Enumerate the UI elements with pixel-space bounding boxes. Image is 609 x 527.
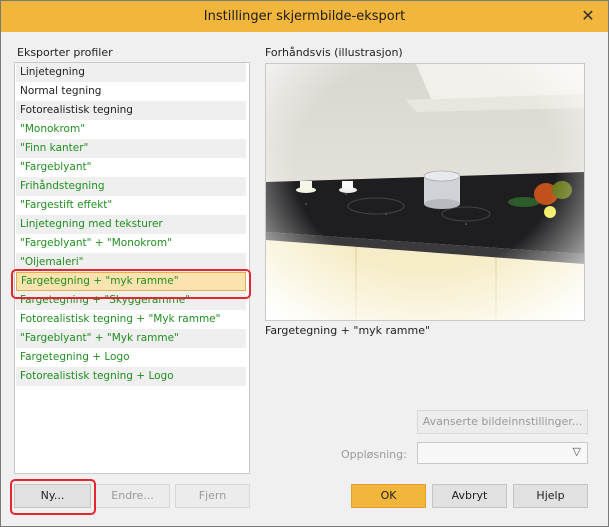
edit-profile-button[interactable]: Endre... bbox=[95, 484, 170, 508]
ok-button[interactable]: OK bbox=[351, 484, 426, 508]
list-item[interactable]: "Fargeblyant" + "Myk ramme" bbox=[16, 329, 246, 348]
profile-list[interactable]: Linjetegning Normal tegning Fotorealistisk… bbox=[14, 62, 250, 474]
selection-highlight bbox=[11, 269, 251, 299]
help-button[interactable]: Hjelp bbox=[513, 484, 588, 508]
advanced-image-settings-button[interactable]: Avanserte bildeinnstillinger... bbox=[417, 410, 588, 434]
list-item[interactable]: "Fargestift effekt" bbox=[16, 196, 246, 215]
window-title: Instillinger skjermbilde-eksport bbox=[203, 9, 406, 24]
resolution-select[interactable]: ▽ bbox=[417, 442, 588, 464]
list-item[interactable]: "Fargeblyant" bbox=[16, 158, 246, 177]
remove-profile-button[interactable]: Fjern bbox=[175, 484, 250, 508]
list-item[interactable]: Fotorealistisk tegning bbox=[16, 101, 246, 120]
cancel-button[interactable]: Avbryt bbox=[432, 484, 507, 508]
list-item[interactable]: Fargetegning + Logo bbox=[16, 348, 246, 367]
resolution-label: Oppløsning: bbox=[341, 448, 407, 461]
preview-caption: Fargetegning + "myk ramme" bbox=[265, 324, 431, 337]
close-icon[interactable]: ✕ bbox=[568, 1, 608, 32]
kitchen-illustration bbox=[266, 64, 584, 320]
list-item[interactable]: Linjetegning bbox=[16, 63, 246, 82]
chevron-down-icon: ▽ bbox=[572, 445, 581, 458]
list-item[interactable]: "Fargeblyant" + "Monokrom" bbox=[16, 234, 246, 253]
dialog-window: Instillinger skjermbilde-eksport ✕ Ekspo… bbox=[0, 0, 609, 527]
title-bar[interactable]: Instillinger skjermbilde-eksport ✕ bbox=[1, 1, 608, 32]
new-button-highlight bbox=[10, 479, 96, 515]
preview-label: Forhåndsvis (illustrasjon) bbox=[265, 46, 403, 59]
preview-image bbox=[265, 63, 585, 321]
profiles-label: Eksporter profiler bbox=[17, 46, 113, 59]
list-item[interactable]: "Monokrom" bbox=[16, 120, 246, 139]
list-item[interactable]: Linjetegning med teksturer bbox=[16, 215, 246, 234]
list-item[interactable]: Fotorealistisk tegning + Logo bbox=[16, 367, 246, 386]
list-item[interactable]: Frihåndstegning bbox=[16, 177, 246, 196]
list-item[interactable]: "Finn kanter" bbox=[16, 139, 246, 158]
list-item[interactable]: Fotorealistisk tegning + "Myk ramme" bbox=[16, 310, 246, 329]
list-item[interactable]: Normal tegning bbox=[16, 82, 246, 101]
